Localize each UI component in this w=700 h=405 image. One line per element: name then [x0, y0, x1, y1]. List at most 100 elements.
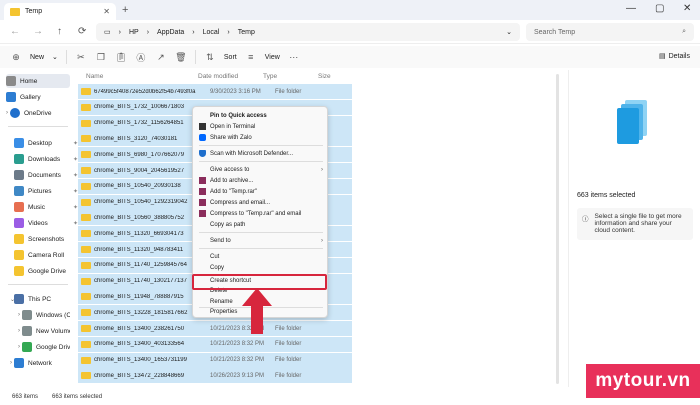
sidebar-item-google-drive-g[interactable]: › Google Drive (G:): [18, 340, 70, 354]
share-icon[interactable]: ↗: [155, 51, 167, 63]
sidebar-item-this-pc[interactable]: ⌄ This PC: [10, 292, 78, 306]
chevron-right-icon[interactable]: ›: [6, 110, 8, 116]
column-header-size[interactable]: Size: [318, 73, 331, 80]
folder-icon: [81, 214, 91, 222]
folder-icon: [81, 198, 91, 206]
new-button[interactable]: New: [30, 54, 44, 61]
maximize-icon[interactable]: ▢: [655, 3, 664, 14]
more-icon[interactable]: ⋯: [288, 51, 300, 63]
chevron-right-icon[interactable]: ›: [18, 328, 20, 334]
table-row[interactable]: 67499c5f40872e52d0b62f54b7493f0a 9/30/202…: [78, 84, 352, 99]
menu-item-copy[interactable]: Copy: [199, 262, 323, 273]
menu-item-send-to[interactable]: Send to ›: [199, 235, 323, 246]
close-window-icon[interactable]: ✕: [683, 3, 691, 14]
folder-icon: [81, 246, 91, 253]
details-button[interactable]: ▤ Details: [659, 52, 690, 61]
folder-icon: [14, 266, 24, 276]
sidebar-item-new-volume-d[interactable]: › New Volume (D:): [18, 324, 70, 338]
table-row[interactable]: chrome_BITS_13400_238261750 10/21/2023 8:…: [78, 321, 352, 336]
refresh-icon[interactable]: ⟳: [78, 26, 86, 37]
table-row[interactable]: chrome_BITS_13400_1653731199 10/21/2023 8…: [78, 352, 352, 368]
home-icon: [6, 76, 16, 86]
new-icon[interactable]: ⊕: [10, 51, 22, 63]
search-placeholder: Search Temp: [534, 28, 576, 36]
scrollbar[interactable]: [556, 74, 559, 384]
sidebar-item-windows-c[interactable]: › Windows (C:): [18, 308, 70, 322]
sidebar-item-downloads[interactable]: Downloads ✦: [14, 152, 78, 166]
picture-icon: [14, 186, 24, 196]
chevron-right-icon[interactable]: ›: [10, 360, 12, 366]
rename-icon[interactable]: Ⓐ: [135, 51, 147, 63]
cut-icon[interactable]: ✂: [75, 51, 87, 63]
sort-button[interactable]: Sort: [224, 54, 237, 61]
computer-icon: [14, 294, 24, 304]
sidebar-item-camera-roll[interactable]: Camera Roll: [14, 248, 78, 262]
view-icon[interactable]: ≡: [245, 51, 257, 63]
sidebar-item-pictures[interactable]: Pictures ✦: [14, 184, 78, 198]
menu-item-zalo[interactable]: Share with Zalo: [199, 132, 323, 143]
info-text: Select a single file to get more informa…: [594, 213, 682, 234]
sidebar-item-desktop[interactable]: Desktop ✦: [14, 136, 78, 150]
back-icon[interactable]: ←: [10, 26, 20, 37]
tab-temp[interactable]: Temp ✕: [4, 3, 116, 20]
divider: [8, 126, 68, 127]
selected-count: 663 items selected: [52, 394, 103, 400]
menu-item-defender[interactable]: Scan with Microsoft Defender...: [199, 148, 323, 159]
close-tab-icon[interactable]: ✕: [103, 7, 110, 16]
music-icon: [14, 202, 24, 212]
chevron-down-icon[interactable]: ⌄: [10, 296, 15, 303]
folder-icon: [81, 230, 91, 238]
delete-icon[interactable]: 🗑︎: [175, 51, 187, 63]
new-tab-icon[interactable]: +: [122, 4, 128, 16]
menu-item-give-access[interactable]: Give access to ›: [199, 164, 323, 175]
menu-item-pin[interactable]: Pin to Quick access: [199, 110, 323, 121]
crumb-hp[interactable]: HP: [129, 29, 139, 36]
sidebar-item-onedrive[interactable]: › OneDrive: [6, 106, 74, 120]
menu-item-copy-path[interactable]: Copy as path: [199, 219, 323, 230]
table-row[interactable]: chrome_BITS_13472_228848669 10/26/2023 9:…: [78, 368, 352, 384]
column-header-type[interactable]: Type: [263, 73, 277, 80]
folder-icon: [81, 309, 91, 317]
copy-icon[interactable]: ❐: [95, 51, 107, 63]
winrar-icon: [199, 177, 206, 184]
menu-item-terminal[interactable]: Open in Terminal: [199, 121, 323, 132]
up-icon[interactable]: ↑: [57, 26, 62, 37]
menu-item-add-archive[interactable]: Add to archive...: [199, 175, 323, 186]
drive-icon: [22, 310, 32, 320]
sidebar-item-network[interactable]: › Network: [10, 356, 78, 370]
pin-icon: [199, 112, 206, 119]
menu-item-compress-email[interactable]: Compress and email...: [199, 197, 323, 208]
file-date: 10/21/2023 8:32 PM: [210, 357, 265, 364]
menu-item-compress-rar-email[interactable]: Compress to "Temp.rar" and email: [199, 208, 323, 219]
sidebar-item-videos[interactable]: Videos ✦: [14, 216, 78, 230]
search-input[interactable]: Search Temp ⌕: [526, 23, 694, 41]
crumb-local[interactable]: Local: [203, 29, 220, 36]
sort-icon[interactable]: ⇅: [204, 51, 216, 63]
sidebar-item-gallery[interactable]: Gallery: [6, 90, 70, 104]
divider: [199, 232, 323, 233]
sidebar-item-home[interactable]: Home: [6, 74, 70, 88]
address-field[interactable]: ▭ › HP › AppData › Local › Temp ⌄: [96, 23, 520, 41]
chevron-down-icon[interactable]: ⌄: [506, 28, 512, 36]
sidebar-item-screenshots[interactable]: Screenshots: [14, 232, 78, 246]
crumb-temp[interactable]: Temp: [238, 29, 255, 36]
chevron-right-icon[interactable]: ›: [18, 344, 20, 350]
forward-icon[interactable]: →: [33, 26, 43, 37]
minimize-icon[interactable]: —: [626, 3, 636, 14]
sidebar-item-documents[interactable]: Documents ✦: [14, 168, 78, 182]
crumb-appdata[interactable]: AppData: [157, 29, 184, 36]
chevron-right-icon[interactable]: ›: [18, 312, 20, 318]
sidebar-item-google-drive[interactable]: Google Drive: [14, 264, 78, 278]
column-header-name[interactable]: Name: [86, 73, 103, 80]
folder-icon: [81, 88, 91, 95]
paste-icon[interactable]: 📋︎: [115, 51, 127, 63]
file-name: chrome_BITS_13400_238261750: [94, 325, 185, 332]
sidebar-item-music[interactable]: Music ✦: [14, 200, 78, 214]
brand-logo: mytour.vn: [586, 364, 700, 398]
menu-item-add-temp-rar[interactable]: Add to "Temp.rar": [199, 186, 323, 197]
folder-icon: [81, 277, 91, 285]
column-header-date[interactable]: Date modified: [198, 73, 238, 80]
menu-item-cut[interactable]: Cut: [199, 251, 323, 262]
view-button[interactable]: View: [265, 54, 280, 61]
table-row[interactable]: chrome_BITS_13400_403133564 10/21/2023 8:…: [78, 336, 352, 352]
